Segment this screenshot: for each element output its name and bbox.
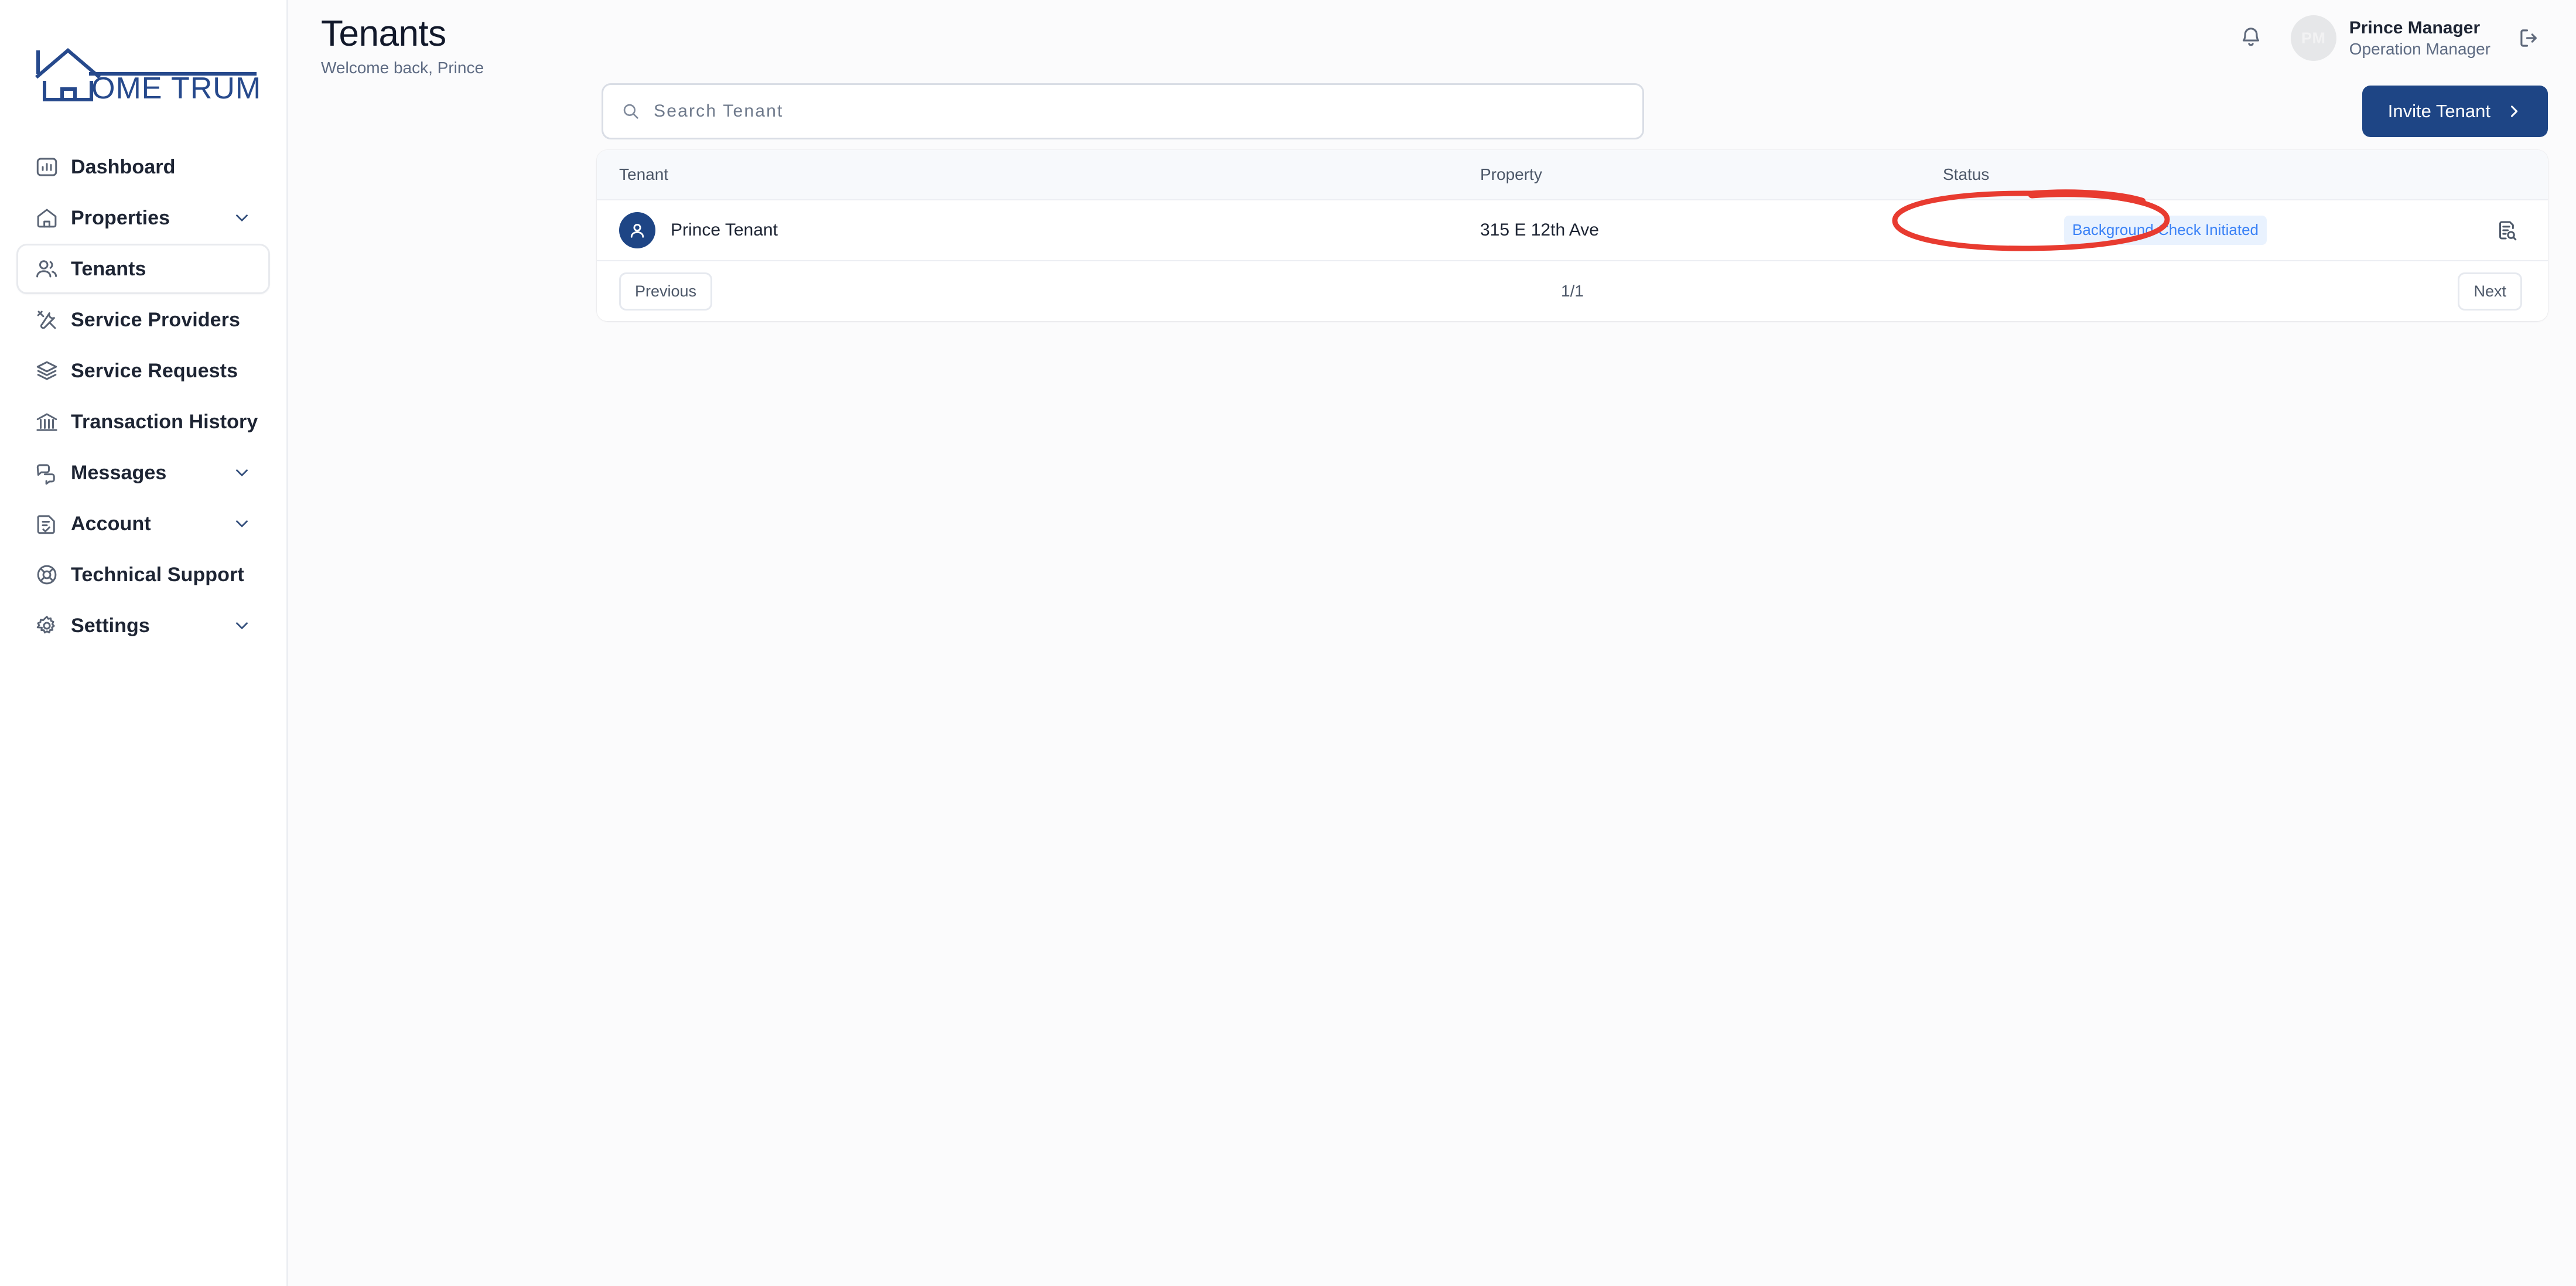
table-header-row: Tenant Property Status: [597, 150, 2548, 200]
top-bar-actions: PM Prince Manager Operation Manager: [2229, 15, 2548, 61]
logout-icon[interactable]: [2510, 19, 2548, 57]
user-icon: [619, 212, 655, 248]
column-header-status: Status: [1943, 165, 1990, 183]
search-row: Search Tenant Invite Tenant: [288, 79, 2576, 144]
chart-bar-icon: [35, 155, 71, 179]
column-header-property: Property: [1480, 165, 1542, 183]
svg-text:OME TRUMPETER: OME TRUMPETER: [91, 71, 259, 102]
bell-icon[interactable]: [2229, 16, 2273, 60]
user-info: Prince Manager Operation Manager: [2349, 17, 2490, 60]
sidebar-item-label: Messages: [71, 461, 167, 484]
brand-logo[interactable]: OME TRUMPETER: [0, 0, 286, 135]
sidebar-item-service-providers[interactable]: Service Providers: [16, 295, 270, 345]
sidebar-item-label: Technical Support: [71, 563, 244, 586]
gear-icon: [35, 613, 71, 638]
cell-tenant: Prince Tenant: [597, 212, 1480, 248]
search-input[interactable]: Search Tenant: [602, 83, 1644, 139]
sidebar-item-label: Transaction History: [71, 410, 258, 433]
page-title: Tenants: [321, 13, 446, 54]
app-root: OME TRUMPETER Dashboard Properties: [0, 0, 2576, 1286]
chevron-down-icon[interactable]: [232, 514, 252, 534]
user-name: Prince Manager: [2349, 18, 2481, 37]
sidebar-item-messages[interactable]: Messages: [16, 448, 270, 498]
lifebuoy-icon: [35, 562, 71, 587]
sidebar-item-technical-support[interactable]: Technical Support: [16, 550, 270, 600]
avatar-initials: PM: [2301, 29, 2326, 47]
sidebar-item-tenants[interactable]: Tenants: [16, 244, 270, 294]
sidebar-item-label: Dashboard: [71, 155, 176, 178]
column-header-tenant: Tenant: [619, 165, 669, 183]
tools-icon: [35, 308, 71, 332]
chevron-down-icon[interactable]: [232, 616, 252, 636]
top-bar: Tenants Welcome back, Prince PM Prince M…: [288, 0, 2576, 77]
sidebar-item-label: Service Requests: [71, 359, 238, 382]
sidebar-item-label: Settings: [71, 614, 150, 637]
bank-icon: [35, 410, 71, 434]
cell-property: 315 E 12th Ave: [1480, 220, 1599, 240]
search-icon: [621, 101, 641, 121]
table-pagination: Previous 1/1 Next: [597, 260, 2548, 321]
home-icon: [35, 206, 71, 230]
chat-bubbles-icon: [35, 460, 71, 485]
tenants-table: Tenant Property Status Prince Tenant 315…: [597, 150, 2548, 321]
sidebar-item-label: Account: [71, 512, 151, 535]
cell-status: Background Check Initiated: [1943, 216, 2388, 245]
document-search-icon[interactable]: [2494, 218, 2519, 243]
table-row[interactable]: Prince Tenant 315 E 12th Ave Background …: [597, 200, 2548, 260]
tenant-name: Prince Tenant: [671, 220, 778, 240]
invite-tenant-label: Invite Tenant: [2387, 101, 2490, 121]
home-trumpeter-logo-icon: OME TRUMPETER: [35, 48, 259, 102]
previous-page-button[interactable]: Previous: [619, 272, 713, 311]
layers-icon: [35, 359, 71, 383]
status-badge[interactable]: Background Check Initiated: [2064, 216, 2267, 245]
sidebar: OME TRUMPETER Dashboard Properties: [0, 0, 288, 1286]
sidebar-item-service-requests[interactable]: Service Requests: [16, 346, 270, 396]
chevron-right-icon: [2506, 103, 2522, 120]
chevron-down-icon[interactable]: [232, 463, 252, 483]
main-content: Tenants Welcome back, Prince PM Prince M…: [288, 0, 2576, 1286]
sidebar-item-settings[interactable]: Settings: [16, 601, 270, 651]
search-placeholder: Search Tenant: [654, 101, 784, 121]
chevron-down-icon[interactable]: [232, 208, 252, 228]
invite-tenant-button[interactable]: Invite Tenant: [2362, 86, 2548, 137]
next-page-button[interactable]: Next: [2458, 272, 2522, 311]
document-check-icon: [35, 511, 71, 536]
sidebar-item-account[interactable]: Account: [16, 499, 270, 549]
cell-actions: [2388, 218, 2548, 243]
sidebar-nav: Dashboard Properties Tenants Service Pro…: [0, 142, 286, 651]
sidebar-item-label: Tenants: [71, 257, 146, 280]
sidebar-item-label: Properties: [71, 206, 170, 229]
sidebar-item-dashboard[interactable]: Dashboard: [16, 142, 270, 192]
avatar[interactable]: PM: [2290, 15, 2336, 61]
user-role: Operation Manager: [2349, 40, 2490, 59]
users-icon: [35, 257, 71, 281]
page-subtitle: Welcome back, Prince: [321, 59, 484, 77]
sidebar-item-properties[interactable]: Properties: [16, 193, 270, 243]
sidebar-item-transaction-history[interactable]: Transaction History: [16, 397, 270, 447]
sidebar-item-label: Service Providers: [71, 308, 240, 331]
page-indicator: 1/1: [1561, 282, 1584, 300]
page-heading-group: Tenants Welcome back, Prince: [321, 15, 484, 77]
